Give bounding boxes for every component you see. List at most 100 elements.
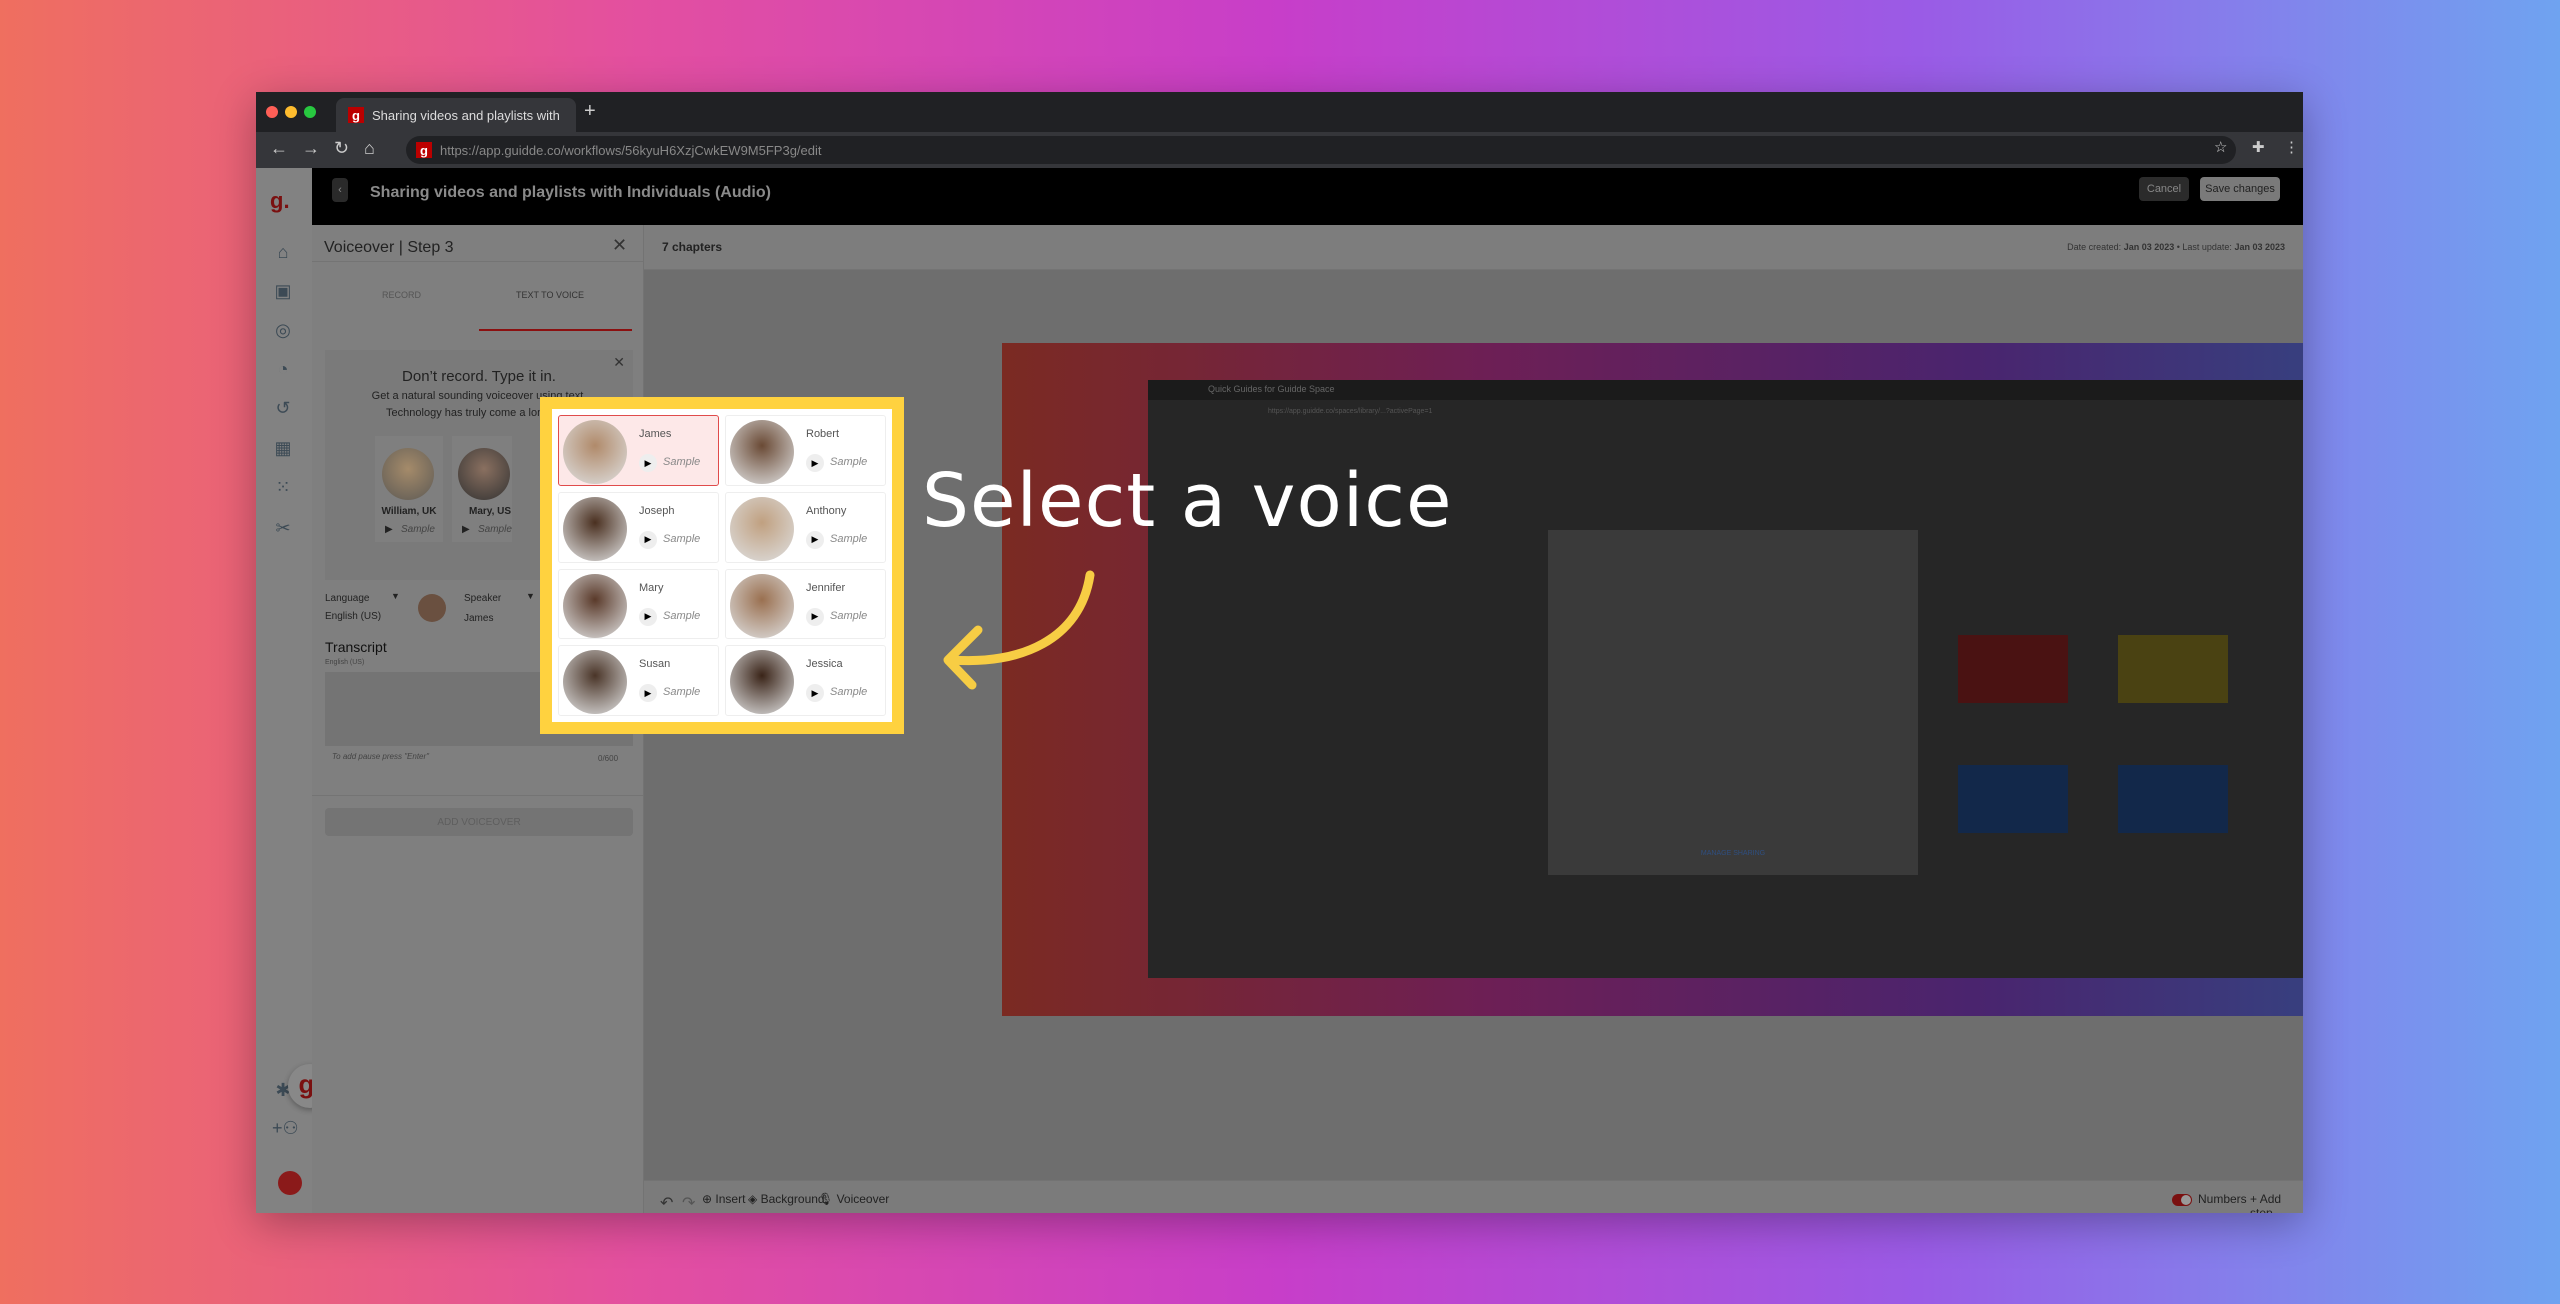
sample-label: Sample	[663, 686, 701, 699]
voice-name: Susan	[639, 658, 671, 671]
voice-option-jennifer[interactable]: Jennifer ▶ Sample	[725, 568, 886, 640]
add-user-icon[interactable]: +⚇	[272, 1118, 299, 1140]
home-icon[interactable]: ⌂	[272, 242, 294, 264]
forward-icon[interactable]: →	[302, 138, 320, 159]
left-sidebar: g. ⌂ ▣ ◎ ◔ ↺ ▦ ⁙ ✂ ✱ +⚇	[256, 168, 312, 1213]
panel-title: Voiceover | Step 3	[324, 239, 454, 256]
user-avatar[interactable]	[278, 1171, 302, 1195]
chart-icon[interactable]: ◔	[272, 359, 294, 381]
page-title: Sharing videos and playlists with Indivi…	[370, 184, 771, 201]
home-icon[interactable]: ⌂	[364, 138, 375, 159]
play-icon[interactable]: ▶	[639, 607, 657, 626]
url-field[interactable]: g https://app.guidde.co/workflows/56kyuH6…	[406, 136, 2236, 164]
voice-name: Jennifer	[806, 581, 846, 594]
avatar	[730, 496, 794, 561]
play-icon[interactable]: ▶	[639, 684, 657, 703]
insert-button[interactable]: ⊕ Insert	[702, 1192, 745, 1206]
avatar	[730, 650, 794, 715]
undo-icon[interactable]: ↶	[660, 1193, 673, 1213]
tab-record[interactable]: RECORD	[382, 290, 421, 300]
voice-name: James	[639, 428, 672, 440]
voice-name: Anthony	[806, 504, 847, 517]
play-icon[interactable]: ▶	[462, 524, 470, 535]
language-select[interactable]: English (US)	[325, 611, 381, 622]
avatar	[563, 496, 627, 561]
promo-voice-card[interactable]: William, UK ▶ Sample	[375, 436, 443, 542]
address-bar-row: ← → ↻ ⌂ g https://app.guidde.co/workflows…	[256, 132, 2303, 168]
voice-option-joseph[interactable]: Joseph ▶ Sample	[558, 491, 719, 563]
avatar	[730, 573, 794, 638]
speaker-avatar	[418, 594, 446, 622]
tab-bar: g Sharing videos and playlists with +	[256, 92, 2303, 132]
step-canvas[interactable]: Quick Guides for Guidde Space https://ap…	[1002, 343, 2303, 1016]
play-icon[interactable]: ▶	[806, 684, 824, 703]
voice-grid: James ▶ Sample Robert ▶ Sample Joseph ▶ …	[552, 409, 892, 722]
avatar	[458, 448, 510, 500]
voice-option-robert[interactable]: Robert ▶ Sample	[725, 415, 886, 486]
voice-name: William, UK	[381, 506, 437, 517]
close-window-button[interactable]	[266, 106, 278, 118]
transcript-heading: Transcript	[325, 639, 387, 655]
grid-icon[interactable]: ⁙	[272, 477, 294, 499]
cancel-button[interactable]: Cancel	[2139, 177, 2189, 201]
guidde-favicon-icon: g	[416, 142, 432, 158]
active-tab-indicator	[479, 329, 632, 331]
browser-tab[interactable]: g Sharing videos and playlists with	[336, 98, 576, 132]
guidde-logo: g.	[270, 188, 290, 213]
voice-option-james[interactable]: James ▶ Sample	[558, 415, 719, 486]
sample-label: Sample	[401, 524, 435, 535]
avatar	[382, 448, 434, 500]
inner-share-dialog: MANAGE SHARING	[1548, 530, 1918, 875]
add-step-button[interactable]: + Add step	[2250, 1192, 2303, 1213]
voice-name: Mary, US	[469, 506, 512, 517]
extensions-icon[interactable]: ✚	[2252, 138, 2265, 156]
numbers-toggle[interactable]	[2172, 1194, 2192, 1206]
play-icon[interactable]: ▶	[639, 454, 657, 472]
add-voiceover-button[interactable]: ADD VOICEOVER	[325, 808, 633, 836]
char-count: 0/600	[598, 754, 619, 763]
close-panel-icon[interactable]: ✕	[612, 235, 627, 256]
language-dropdown-icon[interactable]: ▼	[391, 591, 400, 601]
minimize-window-button[interactable]	[285, 106, 297, 118]
voice-option-anthony[interactable]: Anthony ▶ Sample	[725, 491, 886, 563]
maximize-window-button[interactable]	[304, 106, 316, 118]
tab-text-to-voice[interactable]: TEXT TO VOICE	[516, 290, 584, 300]
menu-icon[interactable]: ⋮	[2284, 138, 2299, 156]
voiceover-button[interactable]: 🎙 Voiceover	[818, 1192, 889, 1206]
voice-option-susan[interactable]: Susan ▶ Sample	[558, 645, 719, 716]
play-icon[interactable]: ▶	[806, 607, 824, 626]
promo-voice-card[interactable]: Mary, US ▶ Sample	[452, 436, 512, 542]
voice-name: Robert	[806, 428, 840, 440]
speaker-select[interactable]: James	[464, 613, 493, 624]
speaker-label: Speaker	[464, 593, 502, 604]
video-icon[interactable]: ▣	[272, 281, 294, 303]
reload-icon[interactable]: ↻	[334, 138, 349, 159]
play-icon[interactable]: ▶	[385, 524, 393, 535]
pause-hint: To add pause press "Enter"	[332, 752, 429, 761]
back-icon[interactable]: ←	[270, 138, 288, 159]
save-changes-button[interactable]: Save changes	[2200, 177, 2280, 201]
circles-icon[interactable]: ◎	[272, 320, 294, 342]
redo-icon[interactable]: ↷	[682, 1193, 695, 1213]
play-icon[interactable]: ▶	[806, 454, 824, 472]
background-button[interactable]: ◈ Background	[748, 1192, 825, 1206]
sample-label: Sample	[830, 686, 868, 699]
back-button[interactable]: ‹	[332, 178, 348, 202]
voice-option-jessica[interactable]: Jessica ▶ Sample	[725, 645, 886, 716]
avatar	[730, 420, 794, 484]
language-label: Language	[325, 593, 370, 604]
tools-icon[interactable]: ✂	[272, 518, 294, 540]
date-info: Date created: Jan 03 2023 • Last update:…	[2067, 242, 2285, 252]
manage-sharing-link: MANAGE SHARING	[1700, 850, 1766, 857]
voice-option-mary[interactable]: Mary ▶ Sample	[558, 568, 719, 640]
play-icon[interactable]: ▶	[806, 530, 824, 549]
tab-title: Sharing videos and playlists with	[372, 107, 560, 123]
history-icon[interactable]: ↺	[272, 398, 294, 420]
building-icon[interactable]: ▦	[272, 438, 294, 460]
speaker-dropdown-icon[interactable]: ▼	[526, 591, 535, 601]
bookmark-star-icon[interactable]: ☆	[2214, 138, 2227, 156]
chapters-bar: 7 chapters Date created: Jan 03 2023 • L…	[644, 225, 2303, 270]
new-tab-button[interactable]: +	[584, 100, 596, 123]
play-icon[interactable]: ▶	[639, 530, 657, 549]
sample-label: Sample	[663, 532, 701, 545]
